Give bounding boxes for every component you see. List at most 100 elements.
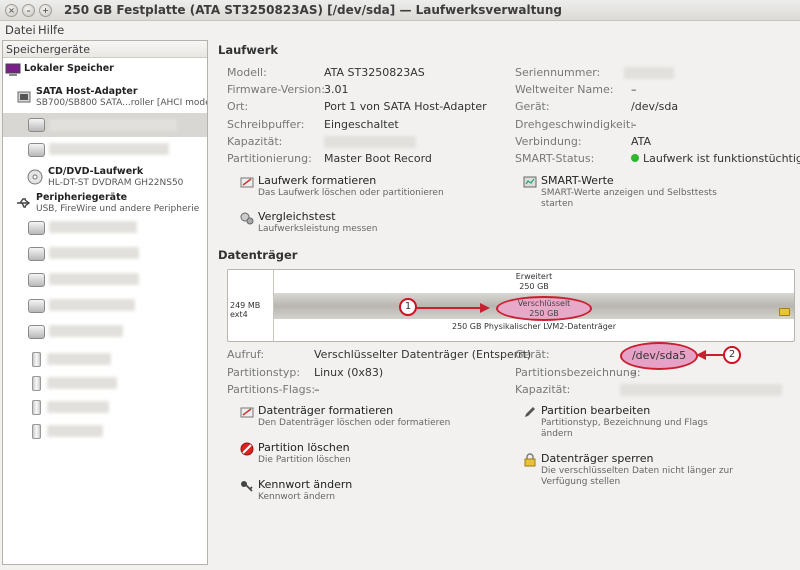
partition-flags-value: – xyxy=(314,383,320,396)
location-label: Ort: xyxy=(227,100,249,113)
format-volume-icon xyxy=(240,407,254,418)
format-drive-button[interactable]: Laufwerk formatieren Das Laufwerk lösche… xyxy=(240,174,490,202)
smart-status-value: Laufwerk ist funktionstüchtig xyxy=(631,152,800,165)
partition-label-label: Partitionsbezeichnung: xyxy=(515,366,641,379)
sidebar-item-usb-stick[interactable] xyxy=(3,397,207,417)
action-title: Kennwort ändern xyxy=(258,478,353,491)
smart-data-icon xyxy=(523,176,537,188)
partitioning-value: Master Boot Record xyxy=(324,152,432,165)
annotation-1: 1 xyxy=(399,298,417,316)
redacted-label xyxy=(47,377,117,389)
redacted-label xyxy=(49,299,135,311)
close-window-icon[interactable]: × xyxy=(5,4,18,17)
connection-value: ATA xyxy=(631,135,652,148)
maximize-window-icon[interactable]: + xyxy=(39,4,52,17)
annotation-arrow-2 xyxy=(696,350,726,360)
location-value: Port 1 von SATA Host-Adapter xyxy=(324,100,487,113)
sidebar-item-sublabel: USB, FireWire und andere Peripherie xyxy=(36,204,200,214)
edit-partition-button[interactable]: Partition bearbeiten Partitionstyp, Beze… xyxy=(523,404,793,440)
volume-encrypted-selected[interactable]: Verschlüsselt 250 GB xyxy=(496,296,592,321)
padlock-icon xyxy=(524,453,536,467)
usb-icon xyxy=(17,198,31,208)
computer-icon xyxy=(5,63,21,76)
lock-volume-button[interactable]: Datenträger sperren Die verschlüsselten … xyxy=(523,452,793,488)
benchmark-button[interactable]: Vergleichstest Laufwerksleistung messen xyxy=(240,210,490,238)
window-title: 250 GB Festplatte (ATA ST3250823AS) [/de… xyxy=(64,3,562,17)
harddisk-icon xyxy=(28,325,45,339)
redacted-label xyxy=(47,401,109,413)
action-description-line1: Die verschlüsselten Daten nicht länger z… xyxy=(541,466,733,476)
volume-device-label: Gerät: xyxy=(515,348,550,361)
usb-stick-icon xyxy=(32,352,41,367)
redacted-capacity-value xyxy=(324,136,416,148)
sidebar-item-disk[interactable] xyxy=(3,321,207,345)
sidebar-item-peripherals[interactable]: Peripheriegeräte USB, FireWire und ander… xyxy=(3,191,207,217)
volume-capacity-label: Kapazität: xyxy=(515,383,571,396)
sidebar-item-sublabel: HL-DT-ST DVDRAM GH22NS50 xyxy=(48,178,184,188)
sidebar-item-sata-adapter[interactable]: SATA Host-Adapter SB700/SB800 SATA...rol… xyxy=(3,85,207,111)
wwn-label: Weltweiter Name: xyxy=(515,83,614,96)
smart-data-button[interactable]: SMART-Werte SMART-Werte anzeigen und Sel… xyxy=(523,174,793,210)
usb-stick-icon xyxy=(32,424,41,439)
action-description-line2: Verfügung stellen xyxy=(541,477,621,487)
sidebar-item-disk[interactable] xyxy=(3,269,207,293)
encrypted-size: 250 GB xyxy=(529,309,559,318)
encrypted-title: Verschlüsselt xyxy=(517,299,571,308)
delete-partition-button[interactable]: Partition löschen Die Partition löschen xyxy=(240,441,490,469)
format-volume-button[interactable]: Datenträger formatieren Den Datenträger … xyxy=(240,404,490,432)
sidebar-item-local-storage[interactable]: Lokaler Speicher xyxy=(3,61,207,79)
redacted-serial-value xyxy=(624,67,674,79)
sidebar-item-label: CD/DVD-Laufwerk xyxy=(48,166,144,177)
drive-section-title: Laufwerk xyxy=(218,43,279,57)
controller-icon xyxy=(17,91,31,103)
sidebar-item-disk[interactable] xyxy=(3,243,207,267)
redacted-label xyxy=(49,273,139,285)
model-label: Modell: xyxy=(227,66,267,79)
key-icon xyxy=(241,481,253,492)
model-value: ATA ST3250823AS xyxy=(324,66,425,79)
volume-extended-partition[interactable]: Erweitert 250 GB xyxy=(274,270,794,293)
action-description: Laufwerksleistung messen xyxy=(258,224,378,234)
sidebar-item-usb-stick[interactable] xyxy=(3,349,207,369)
action-title: Laufwerk formatieren xyxy=(258,174,377,187)
sidebar-item-disk[interactable] xyxy=(3,295,207,319)
harddisk-icon xyxy=(28,143,45,157)
menu-file[interactable]: Datei xyxy=(5,23,36,37)
volume-graph[interactable]: 249 MB ext4 Erweitert 250 GB 250 GB Physi… xyxy=(227,269,795,342)
action-description: Das Laufwerk löschen oder partitionieren xyxy=(258,188,444,198)
storage-devices-sidebar[interactable]: Speichergeräte Lokaler Speicher SATA Hos… xyxy=(2,40,208,565)
usb-stick-icon xyxy=(32,400,41,415)
sidebar-item-disk[interactable] xyxy=(3,217,207,241)
sidebar-item-disk-selected[interactable] xyxy=(3,113,207,137)
harddisk-icon xyxy=(28,221,45,235)
extended-size: 250 GB xyxy=(519,282,549,291)
action-description-line2: ändern xyxy=(541,429,573,439)
sidebar-item-usb-stick[interactable] xyxy=(3,373,207,393)
extended-title: Erweitert xyxy=(515,272,553,281)
action-description-line1: Partitionstyp, Bezeichnung und Flags xyxy=(541,418,708,428)
redacted-label xyxy=(49,325,123,337)
write-cache-label: Schreibpuffer: xyxy=(227,118,305,131)
menu-help[interactable]: Hilfe xyxy=(38,23,64,37)
sidebar-item-label: Lokaler Speicher xyxy=(24,63,114,74)
minimize-window-icon[interactable]: – xyxy=(22,4,35,17)
sidebar-item-cdrom[interactable]: CD/DVD-Laufwerk HL-DT-ST DVDRAM GH22NS50 xyxy=(3,165,207,191)
benchmark-icon xyxy=(240,212,254,225)
redacted-volume-capacity xyxy=(620,384,782,396)
sidebar-item-usb-stick[interactable] xyxy=(3,421,207,441)
partition-flags-label: Partitions-Flags: xyxy=(227,383,316,396)
action-title: Partition löschen xyxy=(258,441,350,454)
pencil-icon xyxy=(525,407,535,417)
action-description: SMART-Werte anzeigen und Selbsttests star… xyxy=(541,188,717,210)
action-title: Vergleichstest xyxy=(258,210,336,223)
volume-lvm[interactable]: 250 GB Physikalischer LVM2-Datenträger xyxy=(274,319,794,341)
sidebar-item-disk[interactable] xyxy=(3,139,207,163)
change-password-button[interactable]: Kennwort ändern Kennwort ändern xyxy=(240,478,490,506)
volume-small-partition[interactable]: 249 MB ext4 xyxy=(228,270,274,341)
usage-label: Aufruf: xyxy=(227,348,265,361)
redacted-label xyxy=(49,247,139,259)
capacity-label: Kapazität: xyxy=(227,135,283,148)
redacted-label xyxy=(49,119,177,131)
smart-status-text: Laufwerk ist funktionstüchtig xyxy=(643,152,800,165)
lock-icon xyxy=(779,308,790,316)
